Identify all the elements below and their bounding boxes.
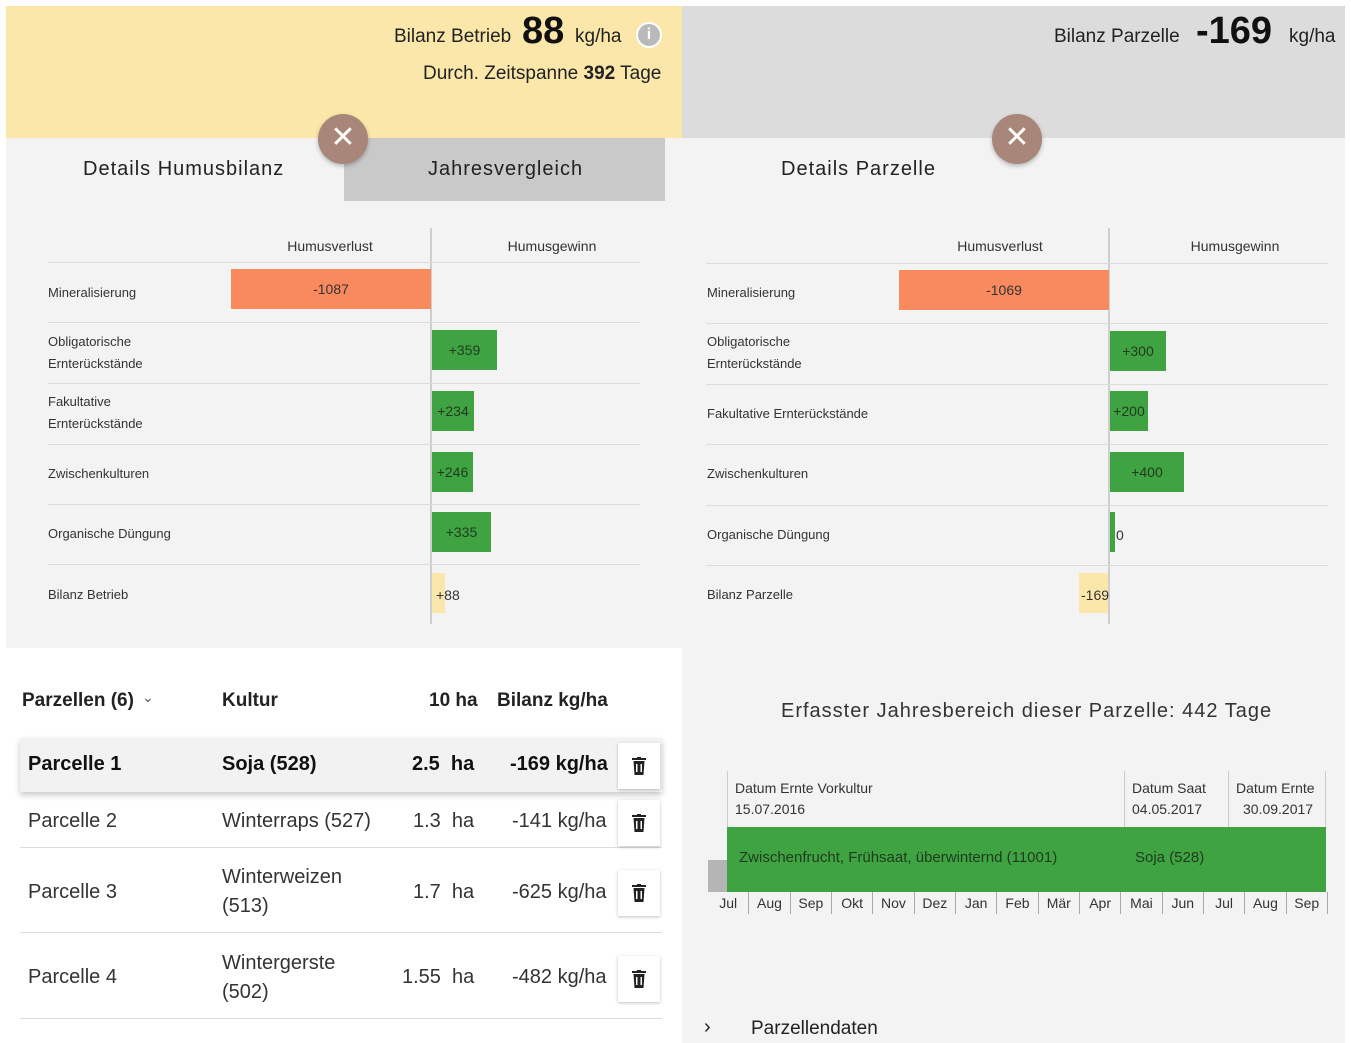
bar-zwischenkulturen: +400	[1110, 452, 1184, 492]
plot-crop: Winterraps (527)	[222, 810, 371, 832]
month-label: Sep	[791, 892, 832, 914]
col-humusverlust: Humusverlust	[957, 238, 1043, 254]
bar-obligatorische: +300	[1110, 331, 1166, 371]
row-label-zwischenkulturen: Zwischenkulturen	[48, 466, 150, 481]
row-label-zwischenkulturen: Zwischenkulturen	[707, 466, 809, 481]
plot-balance: -625 kg/ha	[512, 881, 607, 903]
catch-crop-label: Zwischenfrucht, Frühsaat, überwinternd (…	[739, 849, 1058, 866]
bar-fakultative: +234	[432, 391, 474, 431]
farm-balance-value: 88	[522, 10, 565, 52]
timeline-gap	[708, 860, 727, 892]
plot-name: Parcelle 4	[28, 966, 117, 988]
bar-bilanz-label: -169	[1081, 587, 1110, 603]
prev-harvest-label: Datum Ernte Vorkultur	[735, 780, 873, 796]
month-label: Dez	[915, 892, 956, 914]
row-label-obligatorische: Obligatorische Ernterückstände	[707, 334, 802, 371]
delete-icon[interactable]	[618, 800, 660, 846]
plot-crop-line1: Wintergerste	[222, 952, 336, 974]
month-label: Apr	[1080, 892, 1122, 914]
main-crop-label: Soja (528)	[1135, 849, 1205, 866]
sow-label: Datum Saat	[1132, 780, 1206, 796]
bar-bilanz-label: +88	[436, 587, 460, 603]
timeline-title: Erfasster Jahresbereich dieser Parzelle:…	[781, 700, 1273, 722]
month-label: Okt	[832, 892, 874, 914]
tab-jahresvergleich-label[interactable]: Jahresvergleich	[428, 158, 583, 181]
plot-crop-line2: (513)	[222, 895, 269, 917]
plot-name: Parcelle 2	[28, 810, 117, 832]
plots-header[interactable]: Parzellen (6)	[22, 690, 134, 712]
plot-balance: -169 kg/ha	[510, 753, 608, 775]
plot-balance-unit: kg/ha	[1289, 26, 1336, 47]
plot-balance-label: Bilanz Parzelle	[1054, 26, 1180, 47]
row-label-organische: Organische Düngung	[707, 527, 830, 542]
month-label: Mär	[1039, 892, 1080, 914]
month-label: Sep	[1287, 892, 1328, 914]
month-label: Aug	[1245, 892, 1287, 914]
plot-area: 1.55 ha	[402, 966, 475, 988]
plot-area: 2.5 ha	[412, 753, 475, 775]
area-header: 10 ha	[429, 690, 478, 711]
bar-organische: +335	[432, 512, 491, 552]
month-label: Mai	[1121, 892, 1163, 914]
bar-obligatorische: +359	[432, 330, 497, 370]
bar-fakultative: +200	[1110, 391, 1148, 431]
delete-icon[interactable]	[618, 956, 660, 1002]
row-label-bilanz: Bilanz Parzelle	[707, 587, 793, 602]
month-label: Jun	[1163, 892, 1204, 914]
period-text: Durch. Zeitspanne 392 Tage	[423, 63, 662, 84]
bar-zwischenkulturen: +246	[432, 452, 473, 492]
close-icon[interactable]: ✕	[318, 114, 368, 164]
month-label: Jul	[1204, 892, 1246, 914]
harvest-label: Datum Ernte	[1236, 780, 1315, 796]
plot-name: Parcelle 3	[28, 881, 117, 903]
sow-date: 04.05.2017	[1132, 801, 1203, 817]
month-label: Aug	[749, 892, 791, 914]
plot-balance-value: -169	[1196, 10, 1273, 52]
plot-crop-line2: (502)	[222, 981, 269, 1003]
bar-mineralisierung: -1069	[899, 270, 1109, 310]
harvest-date: 30.09.2017	[1243, 801, 1314, 817]
bar-organische-label: 0	[1116, 527, 1124, 543]
tab-details-humusbilanz[interactable]: Details Humusbilanz	[83, 158, 284, 181]
row-label-mineralisierung: Mineralisierung	[707, 285, 796, 300]
month-label: Jan	[956, 892, 998, 914]
bar-mineralisierung: -1087	[231, 269, 431, 309]
close-icon[interactable]: ✕	[992, 114, 1042, 164]
month-label: Jul	[708, 892, 750, 914]
plot-area: 1.7 ha	[413, 881, 475, 903]
month-axis: Jul Aug Sep Okt Nov Dez Jan Feb Mär Apr …	[708, 892, 1328, 918]
plot-name: Parcelle 1	[28, 753, 122, 775]
month-label: Nov	[873, 892, 915, 914]
row-label-organische: Organische Düngung	[48, 526, 171, 541]
farm-balance-unit: kg/ha	[575, 26, 622, 47]
chevron-right-icon[interactable]: ›	[704, 1016, 711, 1039]
col-humusgewinn: Humusgewinn	[507, 238, 597, 254]
delete-icon[interactable]	[618, 870, 660, 916]
row-label-mineralisierung: Mineralisierung	[48, 285, 137, 300]
col-humusgewinn: Humusgewinn	[1190, 238, 1280, 254]
row-label-bilanz: Bilanz Betrieb	[48, 587, 129, 602]
plot-data-link[interactable]: Parzellendaten	[751, 1018, 878, 1040]
details-parzelle-title: Details Parzelle	[781, 158, 936, 180]
col-humusverlust: Humusverlust	[287, 238, 373, 254]
row-label-fakultative: Fakultative Ernterückstände	[707, 406, 869, 421]
balance-header: Bilanz kg/ha	[497, 690, 608, 711]
plot-area: 1.3 ha	[413, 810, 475, 832]
plot-crop: Soja (528)	[222, 753, 317, 775]
info-icon[interactable]: i	[636, 22, 662, 48]
plot-crop-line1: Winterweizen	[222, 866, 343, 888]
crop-header: Kultur	[222, 690, 278, 711]
plot-balance: -141 kg/ha	[512, 810, 607, 832]
plot-balance: -482 kg/ha	[512, 966, 607, 988]
prev-harvest-date: 15.07.2016	[735, 801, 806, 817]
row-label-fakultative: Fakultative Ernterückstände	[48, 394, 143, 431]
month-label: Feb	[997, 892, 1039, 914]
bar-organische	[1110, 512, 1115, 552]
farm-balance-label: Bilanz Betrieb	[394, 26, 512, 47]
chevron-down-icon[interactable]: ⌄	[142, 689, 154, 706]
delete-icon[interactable]	[618, 743, 660, 789]
row-label-obligatorische: Obligatorische Ernterückstände	[48, 334, 143, 371]
